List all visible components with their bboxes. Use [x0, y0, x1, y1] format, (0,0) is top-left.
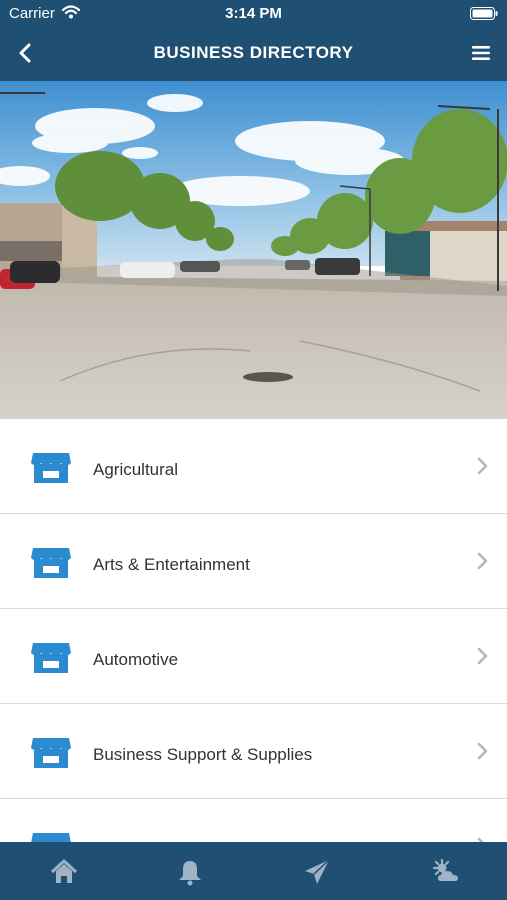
chevron-right-icon	[476, 551, 490, 571]
battery-icon	[470, 7, 498, 24]
category-row-automotive[interactable]: Automotive	[0, 609, 507, 704]
category-label: Agricultural	[93, 460, 179, 479]
hamburger-menu-icon[interactable]	[471, 43, 491, 63]
category-label: Automotive	[93, 650, 179, 669]
weather-icon[interactable]	[431, 857, 461, 887]
chevron-right-icon	[476, 741, 490, 761]
page-title: BUSINESS DIRECTORY	[153, 43, 354, 62]
category-label: Business Support & Supplies	[93, 745, 313, 764]
category-row-arts-entertainment[interactable]: Arts & Entertainment	[0, 514, 507, 609]
storefront-icon	[31, 829, 71, 842]
category-label: Arts & Entertainment	[93, 555, 250, 574]
storefront-icon	[31, 449, 71, 485]
category-list: Agricultural Arts & Entertainment Automo…	[0, 419, 507, 842]
home-icon[interactable]	[49, 857, 79, 887]
nav-bar: BUSINESS DIRECTORY	[0, 27, 507, 81]
bottom-tab-bar	[0, 842, 507, 900]
hero-street-image	[0, 81, 507, 419]
paper-plane-icon[interactable]	[302, 857, 332, 887]
bell-icon[interactable]	[175, 857, 205, 887]
storefront-icon	[31, 544, 71, 580]
status-bar: Carrier 3:14 PM	[0, 0, 507, 27]
category-row-agricultural[interactable]: Agricultural	[0, 419, 507, 514]
storefront-icon	[31, 639, 71, 675]
storefront-icon	[31, 734, 71, 770]
status-time: 3:14 PM	[225, 5, 282, 22]
chevron-right-icon	[476, 456, 490, 476]
chevron-right-icon	[476, 646, 490, 666]
category-row-partial[interactable]	[0, 799, 507, 842]
category-row-business-support[interactable]: Business Support & Supplies	[0, 704, 507, 799]
